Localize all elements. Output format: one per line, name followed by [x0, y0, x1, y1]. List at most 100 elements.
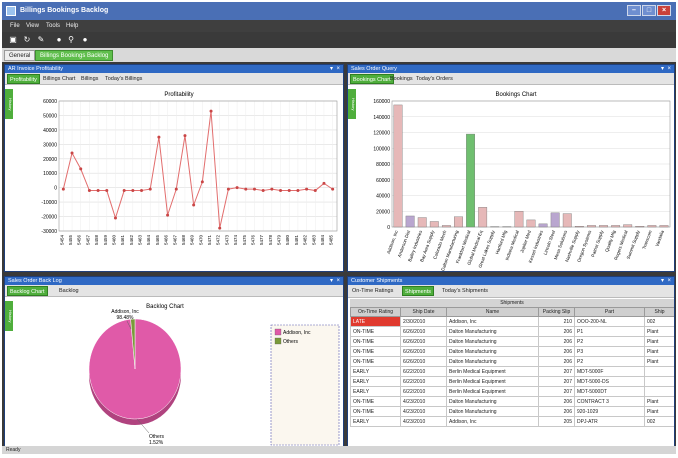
profitability-chart: Profitability -30000 -20000 -10000 0 10000 200…	[41, 92, 338, 246]
table-row[interactable]: EARLY 6/22/2010 Berlin Medical Equipment 20…	[350, 366, 674, 377]
close-icon[interactable]: ×	[667, 277, 671, 285]
comment-icon[interactable]: ●	[54, 35, 64, 45]
table-cell: EARLY	[350, 376, 401, 387]
panel-header: AR Invoice Profitability ▾ ×	[5, 65, 343, 73]
chart-title: Bookings Chart	[495, 92, 536, 98]
pin-icon[interactable]: ▾	[661, 277, 664, 285]
column-header[interactable]: Name	[446, 307, 539, 317]
x-tick-label: 5459	[103, 235, 108, 246]
new-icon[interactable]: ▣	[8, 35, 18, 45]
tab-profitability[interactable]: Profitability	[7, 74, 40, 84]
table-cell: Addison, Inc	[446, 316, 539, 327]
table-cell: EARLY	[350, 366, 401, 377]
column-header[interactable]: Ship	[644, 307, 674, 317]
menu-file[interactable]: File	[10, 23, 20, 29]
data-point	[96, 189, 100, 193]
table-row[interactable]: ON-TIME 4/23/2010 Dalton Manufacturing 206 9…	[350, 406, 674, 417]
close-icon[interactable]: ×	[667, 65, 671, 73]
column-header[interactable]: Packing Slip	[538, 307, 575, 317]
y-tick-label: 140000	[373, 115, 390, 121]
x-tick-label: 5479	[277, 235, 282, 246]
column-header[interactable]: On-Time Rating	[350, 307, 401, 317]
pin-icon[interactable]: ▾	[330, 277, 333, 285]
bar	[538, 223, 548, 228]
bar	[478, 207, 488, 228]
table-row[interactable]: EARLY 6/22/2010 Berlin Medical Equipment 20…	[350, 376, 674, 387]
table-row[interactable]: ON-TIME 6/26/2010 Dalton Manufacturing 206 P…	[350, 356, 674, 367]
history-side-tab[interactable]: History	[5, 301, 13, 331]
data-point	[305, 187, 309, 191]
data-point	[192, 203, 196, 207]
panel-header: Customer Shipments ▾ ×	[348, 277, 674, 285]
tab-billings-bookings-backlog[interactable]: Billings Bookings Backlog	[35, 50, 114, 61]
table-cell: Berlin Medical Equipment	[446, 386, 539, 397]
tab-todays-billings[interactable]: Today's Billings	[103, 74, 144, 84]
legend-swatch	[274, 337, 282, 345]
data-point	[322, 181, 326, 185]
y-tick-label: 80000	[376, 162, 390, 168]
tab-todays-orders[interactable]: Today's Orders	[414, 74, 455, 84]
bar	[659, 225, 669, 228]
table-cell: Plant	[644, 326, 674, 337]
help-icon[interactable]: ●	[80, 35, 90, 45]
history-side-tab[interactable]: History	[5, 89, 13, 119]
x-tick-label: 5474	[233, 235, 238, 246]
minimize-button[interactable]: –	[627, 5, 641, 16]
refresh-icon[interactable]: ↻	[22, 35, 32, 45]
close-button[interactable]: ×	[657, 5, 671, 16]
tab-todays-shipments[interactable]: Today's Shipments	[440, 286, 490, 296]
customer-shipments-panel: Customer Shipments ▾ × On-Time Ratings S…	[347, 276, 675, 448]
table-cell: ON-TIME	[350, 406, 401, 417]
pin-icon[interactable]: ▾	[330, 65, 333, 73]
pin-icon[interactable]: ▾	[661, 65, 664, 73]
table-row[interactable]: ON-TIME 4/23/2010 Dalton Manufacturing 206 C…	[350, 396, 674, 407]
table-row[interactable]: LATE 2/30/2010 Addison, Inc 210 OOO-200-NL 00…	[350, 316, 674, 327]
table-cell: Plant	[644, 346, 674, 357]
menu-help[interactable]: Help	[66, 23, 78, 29]
tab-backlog[interactable]: Backlog	[57, 286, 81, 296]
table-cell: Dalton Manufacturing	[446, 356, 539, 367]
tab-billings[interactable]: Billings	[79, 74, 100, 84]
grid-title: Shipments	[350, 299, 674, 307]
column-header[interactable]: Part	[574, 307, 645, 317]
close-icon[interactable]: ×	[336, 277, 340, 285]
tab-shipments[interactable]: Shipments	[402, 286, 434, 296]
search-icon[interactable]: ⚲	[66, 35, 76, 45]
tab-on-time-ratings[interactable]: On-Time Ratings	[350, 286, 395, 296]
data-point	[183, 134, 187, 138]
data-point	[200, 180, 204, 184]
tab-bookings[interactable]: Bookings	[388, 74, 415, 84]
table-cell: 6/22/2010	[400, 376, 447, 387]
legend-box	[270, 324, 340, 446]
history-side-tab[interactable]: History	[348, 89, 356, 119]
column-header[interactable]: Ship Date	[400, 307, 447, 317]
x-tick-label: 5465	[155, 235, 160, 246]
y-tick-label: 20000	[43, 157, 57, 163]
bar	[441, 225, 451, 228]
menu-view[interactable]: View	[26, 23, 39, 29]
data-point	[279, 189, 283, 193]
tab-backlog-chart[interactable]: Backlog Chart	[7, 286, 48, 296]
x-tick-label: 5473	[224, 235, 229, 246]
table-cell: Plant	[644, 406, 674, 417]
table-row[interactable]: EARLY 4/23/2010 Addison, Inc 205 DPJ-ATR 002	[350, 416, 674, 427]
tab-billings-chart[interactable]: Billings Chart	[41, 74, 77, 84]
bar	[466, 133, 475, 228]
data-point	[157, 135, 161, 139]
data-point	[331, 187, 335, 191]
table-row[interactable]: ON-TIME 6/26/2010 Dalton Manufacturing 206 P…	[350, 346, 674, 357]
data-point	[61, 187, 65, 191]
menu-tools[interactable]: Tools	[46, 23, 60, 29]
x-tick-label: 5476	[250, 235, 255, 246]
close-icon[interactable]: ×	[336, 65, 340, 73]
table-row[interactable]: ON-TIME 6/26/2010 Dalton Manufacturing 206 P…	[350, 336, 674, 347]
table-row[interactable]: ON-TIME 6/26/2010 Dalton Manufacturing 206 P…	[350, 326, 674, 337]
edit-icon[interactable]: ✎	[36, 35, 46, 45]
tab-general[interactable]: General	[4, 50, 36, 61]
x-tick-label: 5471	[207, 235, 212, 246]
table-row[interactable]: EARLY 6/22/2010 Berlin Medical Equipment 20…	[350, 386, 674, 397]
x-tick-label: 5463	[138, 235, 143, 246]
x-tick-label: 5478	[268, 235, 273, 246]
table-cell: MDT-5000F	[574, 366, 645, 377]
maximize-button[interactable]: □	[642, 5, 656, 16]
